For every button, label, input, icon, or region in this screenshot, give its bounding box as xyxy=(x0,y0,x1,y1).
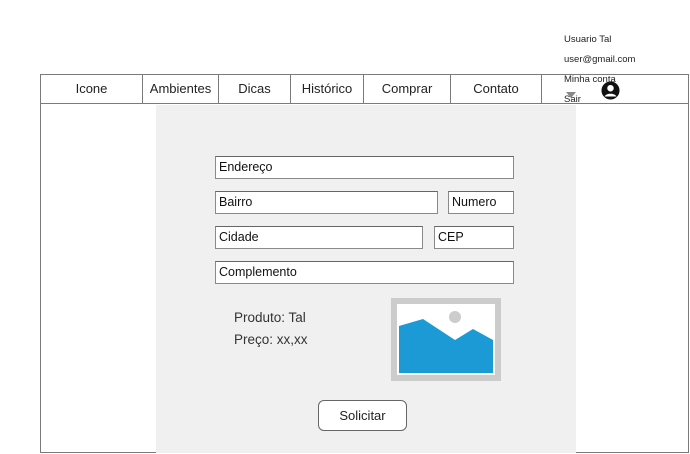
nav-item-icone[interactable]: Icone xyxy=(41,75,143,103)
address-field[interactable]: Endereço xyxy=(215,156,514,179)
nav-item-historico[interactable]: Histórico xyxy=(291,75,364,103)
user-name: Usuario Tal xyxy=(564,34,612,45)
number-field[interactable]: Numero xyxy=(448,191,514,214)
my-account-link[interactable]: Minha conta xyxy=(564,74,635,94)
app-window: Icone Ambientes Dicas Histórico Comprar … xyxy=(40,74,689,453)
image-placeholder-icon xyxy=(391,298,501,381)
product-name: Produto: Tal xyxy=(234,310,306,325)
city-field[interactable]: Cidade xyxy=(215,226,423,249)
logout-link[interactable]: Sair xyxy=(564,94,635,114)
user-menu: Usuario Tal user@gmail.com Minha conta S… xyxy=(564,34,635,114)
order-form-panel: Endereço Bairro Numero Cidade CEP Comple… xyxy=(156,105,576,453)
nav-item-comprar[interactable]: Comprar xyxy=(364,75,451,103)
nav-item-ambientes[interactable]: Ambientes xyxy=(143,75,219,103)
user-email: user@gmail.com xyxy=(564,54,636,65)
solicitar-button[interactable]: Solicitar xyxy=(318,400,407,431)
nav-item-dicas[interactable]: Dicas xyxy=(219,75,291,103)
product-price: Preço: xx,xx xyxy=(234,332,308,347)
nav-item-contato[interactable]: Contato xyxy=(451,75,542,103)
zip-field[interactable]: CEP xyxy=(434,226,514,249)
complement-field[interactable]: Complemento xyxy=(215,261,514,284)
neighborhood-field[interactable]: Bairro xyxy=(215,191,438,214)
